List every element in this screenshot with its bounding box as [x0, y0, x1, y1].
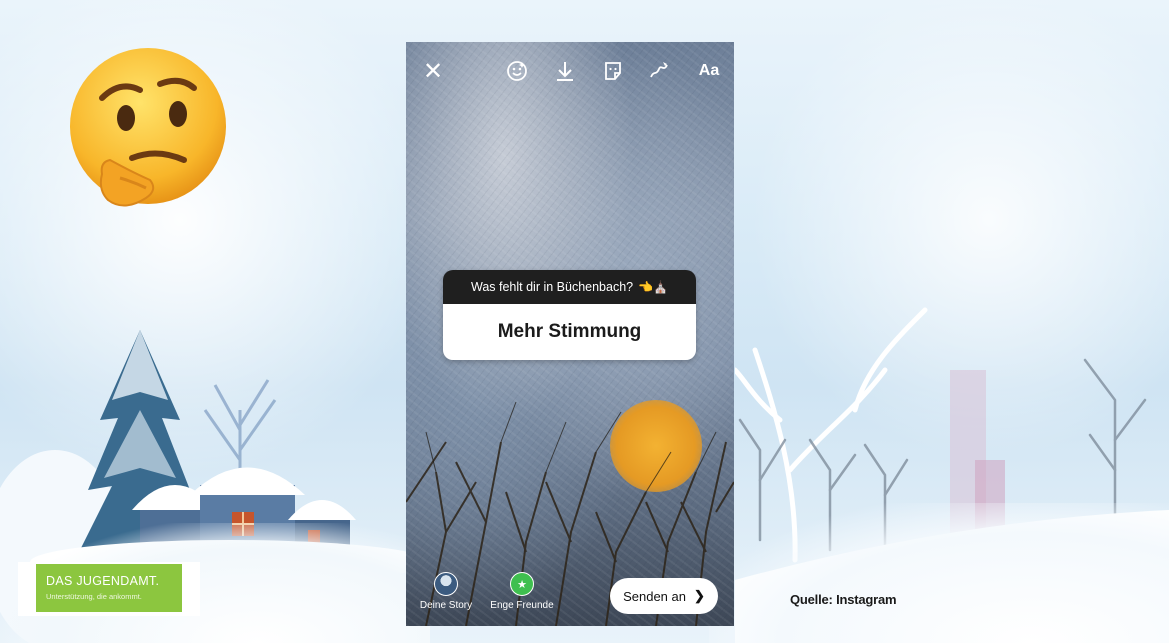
draw-icon[interactable]	[646, 56, 672, 86]
close-friends-label: Enge Freunde	[490, 600, 554, 611]
thinking-face-icon	[70, 48, 226, 207]
your-story-avatar	[434, 572, 458, 596]
story-toolbar: ✕ Aa	[406, 56, 734, 86]
logo-subtitle: Unterstützung, die ankommt.	[46, 592, 142, 601]
close-icon[interactable]: ✕	[420, 56, 446, 86]
logo-title: DAS JUGENDAMT.	[46, 574, 160, 588]
star-icon: ★	[510, 572, 534, 596]
point-up-icon: 👈⛪	[638, 280, 669, 294]
logo-green-box: DAS JUGENDAMT. Unterstützung, die ankomm…	[36, 564, 182, 612]
jugendamt-logo: DAS JUGENDAMT. Unterstützung, die ankomm…	[18, 562, 200, 616]
send-to-button[interactable]: Senden an ❯	[610, 578, 718, 614]
share-bar: Deine Story ★ Enge Freunde Senden an ❯	[406, 566, 734, 626]
your-story-label: Deine Story	[419, 600, 473, 611]
instagram-story-screen: ✕ Aa Was fehlt dir in Büchenbach? 👈⛪ Meh…	[406, 42, 734, 626]
question-sticker[interactable]: Was fehlt dir in Büchenbach? 👈⛪ Mehr Sti…	[443, 270, 696, 360]
sticker-icon[interactable]	[600, 56, 626, 86]
close-friends-button[interactable]: ★ Enge Freunde	[486, 572, 558, 611]
face-effect-icon[interactable]	[504, 56, 530, 86]
chevron-right-icon: ❯	[694, 588, 705, 603]
question-text: Was fehlt dir in Büchenbach?	[470, 280, 634, 294]
download-icon[interactable]	[552, 56, 578, 86]
snow-ground-right	[709, 503, 1169, 643]
question-header: Was fehlt dir in Büchenbach? 👈⛪	[443, 270, 696, 304]
source-caption: Quelle: Instagram	[790, 592, 897, 607]
text-tool-button[interactable]: Aa	[694, 56, 724, 86]
answer-text: Mehr Stimmung	[443, 304, 696, 360]
send-to-label: Senden an	[623, 588, 686, 604]
your-story-button[interactable]: Deine Story	[410, 572, 482, 611]
